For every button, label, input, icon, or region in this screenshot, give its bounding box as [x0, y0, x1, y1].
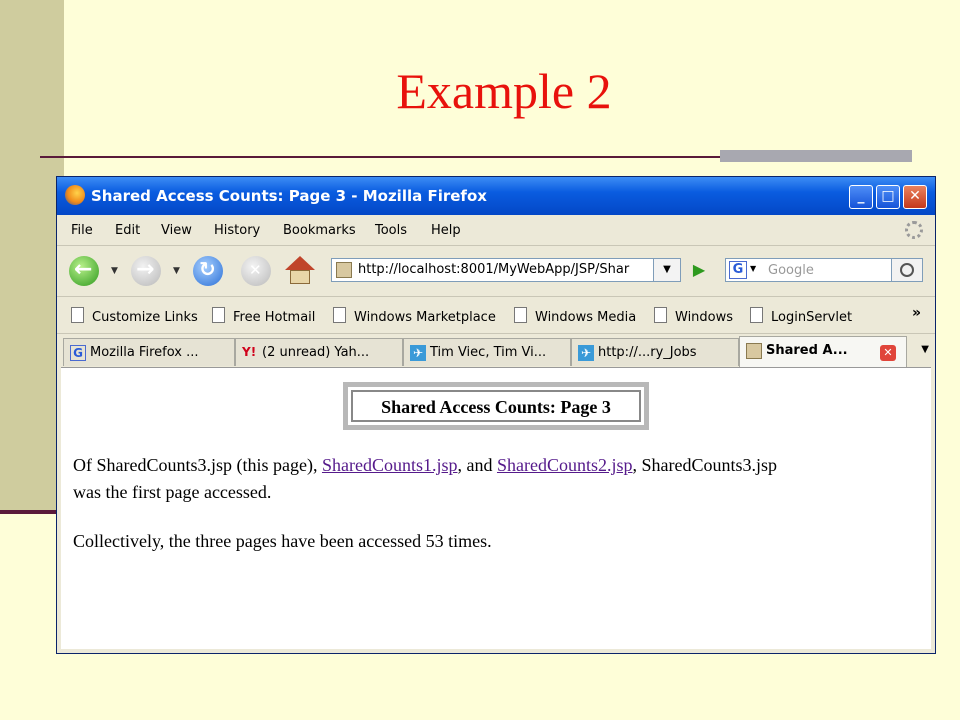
back-history-dropdown-icon[interactable]: ▼	[111, 266, 118, 276]
tab-tim-viec[interactable]: ✈ Tim Viec, Tim Vi...	[403, 338, 571, 366]
paragraph-access-count: Collectively, the three pages have been …	[73, 531, 492, 551]
search-bar[interactable]: G ▼ Google	[725, 258, 923, 282]
bookmark-free-hotmail[interactable]: Free Hotmail	[212, 307, 315, 325]
site-favicon-icon	[336, 262, 352, 278]
minimize-button[interactable]: _	[849, 185, 873, 209]
bookmark-tab-icon: ✈	[410, 345, 426, 361]
url-history-dropdown-icon[interactable]: ▼	[653, 259, 680, 281]
page-icon	[212, 307, 225, 323]
page-tab-icon	[746, 343, 762, 359]
forward-history-dropdown-icon[interactable]: ▼	[173, 266, 180, 276]
tab-shared-access[interactable]: Shared A... ✕	[739, 336, 907, 368]
home-icon	[285, 256, 315, 270]
tab-strip: G Mozilla Firefox ... Y! (2 unread) Yah.…	[57, 334, 935, 368]
bookmark-customize-links[interactable]: Customize Links	[71, 307, 198, 325]
close-button[interactable]: ✕	[903, 185, 927, 209]
menu-history[interactable]: History	[214, 223, 260, 238]
bookmarks-toolbar: Customize Links Free Hotmail Windows Mar…	[57, 297, 935, 334]
title-rule-accent	[720, 150, 912, 162]
link-sharedcounts2[interactable]: SharedCounts2.jsp	[497, 455, 633, 475]
page-heading-table: Shared Access Counts: Page 3	[343, 382, 649, 430]
bookmark-windows[interactable]: Windows	[654, 307, 733, 325]
google-tab-icon: G	[70, 345, 86, 361]
back-button[interactable]	[69, 256, 99, 286]
page-icon	[71, 307, 84, 323]
bookmark-tab-icon: ✈	[578, 345, 594, 361]
stop-button[interactable]	[241, 256, 271, 286]
maximize-button[interactable]: □	[876, 185, 900, 209]
yahoo-tab-icon: Y!	[242, 345, 257, 359]
page-content: Shared Access Counts: Page 3 Of SharedCo…	[61, 367, 931, 649]
go-button[interactable]: ▶	[685, 258, 713, 282]
bookmark-loginservlet[interactable]: LoginServlet	[750, 307, 852, 325]
forward-button[interactable]	[131, 256, 161, 286]
page-icon	[333, 307, 346, 323]
page-icon	[514, 307, 527, 323]
bookmark-windows-marketplace[interactable]: Windows Marketplace	[333, 307, 496, 325]
menu-tools[interactable]: Tools	[375, 223, 407, 238]
menu-view[interactable]: View	[161, 223, 192, 238]
activity-throbber-icon	[905, 221, 923, 239]
bookmark-windows-media[interactable]: Windows Media	[514, 307, 636, 325]
title-rule	[40, 156, 720, 158]
page-heading: Shared Access Counts: Page 3	[351, 390, 641, 422]
close-tab-icon[interactable]: ✕	[880, 345, 896, 361]
page-icon	[654, 307, 667, 323]
window-titlebar[interactable]: Shared Access Counts: Page 3 - Mozilla F…	[57, 177, 935, 215]
tab-mozilla-firefox[interactable]: G Mozilla Firefox ...	[63, 338, 235, 366]
link-sharedcounts1[interactable]: SharedCounts1.jsp	[322, 455, 458, 475]
navigation-toolbar: ▼ ▼ http://localhost:8001/MyWebApp/JSP/S…	[57, 246, 935, 297]
search-input[interactable]: Google	[768, 263, 814, 278]
reload-button[interactable]	[193, 256, 223, 286]
search-magnifier-icon[interactable]	[891, 259, 922, 281]
google-engine-icon[interactable]: G	[729, 261, 747, 279]
menu-edit[interactable]: Edit	[115, 223, 140, 238]
left-bar-rule	[0, 510, 58, 514]
menu-bar: File Edit View History Bookmarks Tools H…	[57, 215, 935, 246]
url-bar[interactable]: http://localhost:8001/MyWebApp/JSP/Shar …	[331, 258, 681, 282]
firefox-logo-icon	[65, 185, 85, 205]
url-input[interactable]: http://localhost:8001/MyWebApp/JSP/Shar	[358, 262, 648, 277]
tab-list-dropdown-icon[interactable]: ▼	[921, 344, 929, 355]
menu-bookmarks[interactable]: Bookmarks	[283, 223, 356, 238]
page-icon	[750, 307, 763, 323]
bookmarks-overflow-chevron-icon[interactable]: »	[912, 305, 921, 321]
tab-jobs[interactable]: ✈ http://...ry_Jobs	[571, 338, 739, 366]
paragraph-first-access: Of SharedCounts3.jsp (this page), Shared…	[73, 455, 778, 502]
engine-dropdown-icon[interactable]: ▼	[750, 264, 756, 273]
slide-title: Example 2	[396, 63, 612, 119]
menu-help[interactable]: Help	[431, 223, 461, 238]
tab-yahoo[interactable]: Y! (2 unread) Yah...	[235, 338, 403, 366]
home-button[interactable]	[285, 256, 315, 286]
window-title: Shared Access Counts: Page 3 - Mozilla F…	[91, 187, 487, 205]
menu-file[interactable]: File	[71, 223, 93, 238]
firefox-window: Shared Access Counts: Page 3 - Mozilla F…	[56, 176, 936, 654]
